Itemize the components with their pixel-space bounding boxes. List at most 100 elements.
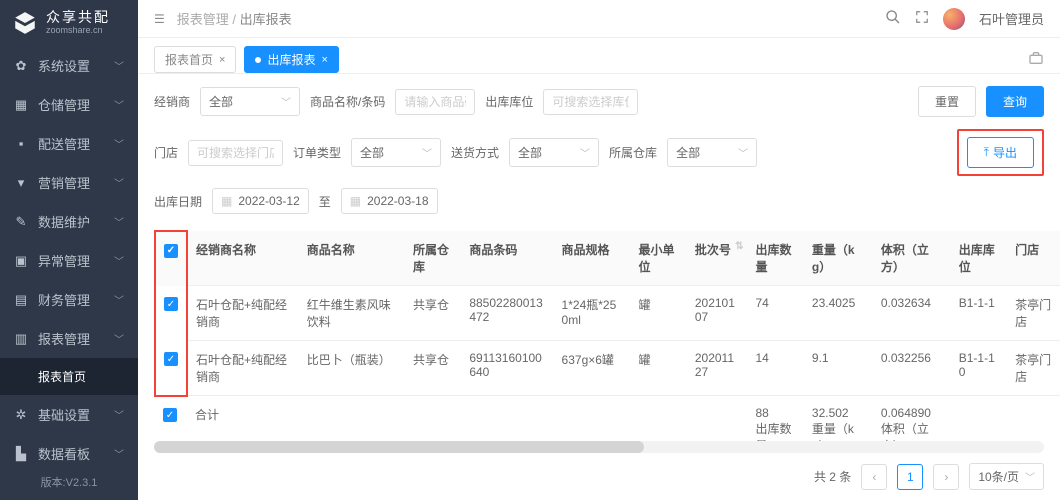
main-menu: ✿系统设置﹀ ▦仓储管理﹀ ▪配送管理﹀ ▾营销管理﹀ ✎数据维护﹀ ▣异常管理…	[0, 46, 138, 464]
chevron-down-icon: ﹀	[580, 145, 590, 160]
submenu-reports: 报表首页	[0, 358, 138, 395]
topbar: ☰ 报表管理 / 出库报表 石叶管理员	[138, 0, 1060, 38]
export-button[interactable]: ⤒导出	[967, 137, 1034, 168]
close-icon[interactable]: ×	[219, 54, 225, 66]
chevron-down-icon: ﹀	[114, 407, 124, 422]
dealer-select[interactable]: 全部﹀	[200, 87, 300, 116]
chevron-down-icon: ﹀	[422, 145, 432, 160]
product-input[interactable]	[395, 89, 475, 115]
product-label: 商品名称/条码	[310, 93, 385, 110]
col-warehouse: 所属仓库	[405, 231, 461, 286]
col-barcode: 商品条码	[461, 231, 553, 286]
active-dot-icon	[255, 57, 261, 63]
checkbox-checked-icon[interactable]: ✓	[164, 297, 178, 311]
col-loc: 出库库位	[951, 231, 1007, 286]
warehouse-label: 所属仓库	[609, 144, 657, 161]
date-to-input[interactable]: ▦2022-03-18	[341, 188, 438, 214]
date-from-input[interactable]: ▦2022-03-12	[212, 188, 309, 214]
pager-prev-button[interactable]: ‹	[861, 464, 887, 490]
menu-item-exception[interactable]: ▣异常管理﹀	[0, 241, 138, 280]
dealer-label: 经销商	[154, 93, 190, 110]
ship-select[interactable]: 全部﹀	[509, 138, 599, 167]
fullscreen-icon[interactable]	[915, 10, 929, 27]
chart-icon: ▙	[14, 447, 28, 461]
menu-item-delivery[interactable]: ▪配送管理﹀	[0, 124, 138, 163]
table-row[interactable]: ✓ 石叶仓配+纯配经销商比巴卜（瓶装）共享仓69113160100640637g…	[155, 341, 1060, 396]
avatar[interactable]	[943, 8, 965, 30]
close-icon[interactable]: ×	[321, 54, 327, 66]
brand-name-cn: 众享共配	[46, 10, 110, 25]
checkbox-checked-icon[interactable]: ✓	[164, 244, 178, 258]
chevron-down-icon: ﹀	[114, 253, 124, 268]
checkbox-checked-icon[interactable]: ✓	[164, 352, 178, 366]
brand-name-en: zoomshare.cn	[46, 26, 110, 36]
select-all-header[interactable]: ✓	[155, 231, 187, 286]
col-dealer: 经销商名称	[187, 231, 299, 286]
gear-icon: ✿	[14, 59, 28, 73]
store-input[interactable]	[188, 140, 283, 166]
col-spec: 商品规格	[554, 231, 631, 286]
whloc-input[interactable]	[543, 89, 638, 115]
col-batch[interactable]: 批次号	[687, 231, 748, 286]
menu-item-system[interactable]: ✿系统设置﹀	[0, 46, 138, 85]
menu-item-dashboard[interactable]: ▙数据看板﹀	[0, 434, 138, 464]
export-highlight: ⤒导出	[957, 129, 1044, 176]
chevron-down-icon: ﹀	[114, 331, 124, 346]
upload-icon: ⤒	[984, 145, 989, 160]
scrollbar-thumb[interactable]	[154, 441, 644, 453]
ordertype-select[interactable]: 全部﹀	[351, 138, 441, 167]
cog-icon: ✲	[14, 408, 28, 422]
calendar-icon: ▦	[221, 194, 232, 208]
submenu-report-home[interactable]: 报表首页	[0, 358, 138, 395]
outbound-table: ✓ 经销商名称 商品名称 所属仓库 商品条码 商品规格 最小单位 批次号 出库数…	[154, 230, 1060, 441]
menu-item-basic-settings[interactable]: ✲基础设置﹀	[0, 395, 138, 434]
checkbox-checked-icon[interactable]: ✓	[163, 408, 177, 422]
table-scroll[interactable]: ✓ 经销商名称 商品名称 所属仓库 商品条码 商品规格 最小单位 批次号 出库数…	[138, 230, 1060, 441]
warehouse-select[interactable]: 全部﹀	[667, 138, 757, 167]
tab-report-home[interactable]: 报表首页×	[154, 46, 236, 73]
cube-icon	[12, 10, 38, 36]
col-weight: 重量（kg）	[804, 231, 873, 286]
chevron-down-icon: ﹀	[281, 94, 291, 109]
menu-item-data-maintain[interactable]: ✎数据维护﹀	[0, 202, 138, 241]
search-icon[interactable]	[885, 9, 901, 28]
chevron-down-icon: ﹀	[114, 175, 124, 190]
date-label: 出库日期	[154, 193, 202, 210]
grid-icon: ▦	[14, 98, 28, 112]
calendar-icon: ▦	[350, 194, 361, 208]
username[interactable]: 石叶管理员	[979, 9, 1044, 28]
reset-button[interactable]: 重置	[918, 86, 976, 117]
col-unit: 最小单位	[630, 231, 686, 286]
pencil-icon: ✎	[14, 215, 28, 229]
toggle-sidebar-icon[interactable]: ☰	[154, 12, 165, 26]
brand-logo: 众享共配 zoomshare.cn	[0, 0, 138, 46]
query-button[interactable]: 查询	[986, 86, 1044, 117]
chevron-down-icon: ﹀	[114, 58, 124, 73]
chevron-down-icon: ﹀	[738, 145, 748, 160]
tabs-bar: 报表首页× 出库报表×	[138, 38, 1060, 74]
menu-item-warehouse[interactable]: ▦仓储管理﹀	[0, 85, 138, 124]
chevron-down-icon: ﹀	[114, 136, 124, 151]
filters: 经销商 全部﹀ 商品名称/条码 出库库位 重置 查询 门店 订单类型 全部﹀ 送…	[138, 74, 1060, 230]
report-icon: ▥	[14, 332, 28, 346]
money-icon: ▤	[14, 293, 28, 307]
main-content: ☰ 报表管理 / 出库报表 石叶管理员 报表首页× 出库报表× 经销商 全部﹀ …	[138, 0, 1060, 500]
breadcrumb-current: 出库报表	[240, 12, 292, 27]
date-to-label: 至	[319, 193, 331, 210]
store-label: 门店	[154, 144, 178, 161]
pager-size-select[interactable]: 10条/页﹀	[969, 463, 1044, 490]
table-totals-row: ✓ 合计 88出库数量 32.502重量（kg） 0.064890体积（立方）	[155, 396, 1060, 442]
tab-outbound-report[interactable]: 出库报表×	[244, 46, 338, 73]
col-volume: 体积（立方）	[873, 231, 951, 286]
breadcrumb-parent[interactable]: 报表管理	[177, 12, 229, 27]
menu-item-reports[interactable]: ▥报表管理﹀	[0, 319, 138, 358]
pager-page-1[interactable]: 1	[897, 464, 923, 490]
col-product: 商品名称	[299, 231, 405, 286]
pager-next-button[interactable]: ›	[933, 464, 959, 490]
whloc-label: 出库库位	[485, 93, 533, 110]
toolbox-icon[interactable]	[1028, 50, 1044, 69]
menu-item-finance[interactable]: ▤财务管理﹀	[0, 280, 138, 319]
menu-item-marketing[interactable]: ▾营销管理﹀	[0, 163, 138, 202]
horizontal-scrollbar[interactable]	[154, 441, 1044, 453]
table-row[interactable]: ✓ 石叶仓配+纯配经销商红牛维生素风味饮料共享仓885022800134721*…	[155, 286, 1060, 341]
